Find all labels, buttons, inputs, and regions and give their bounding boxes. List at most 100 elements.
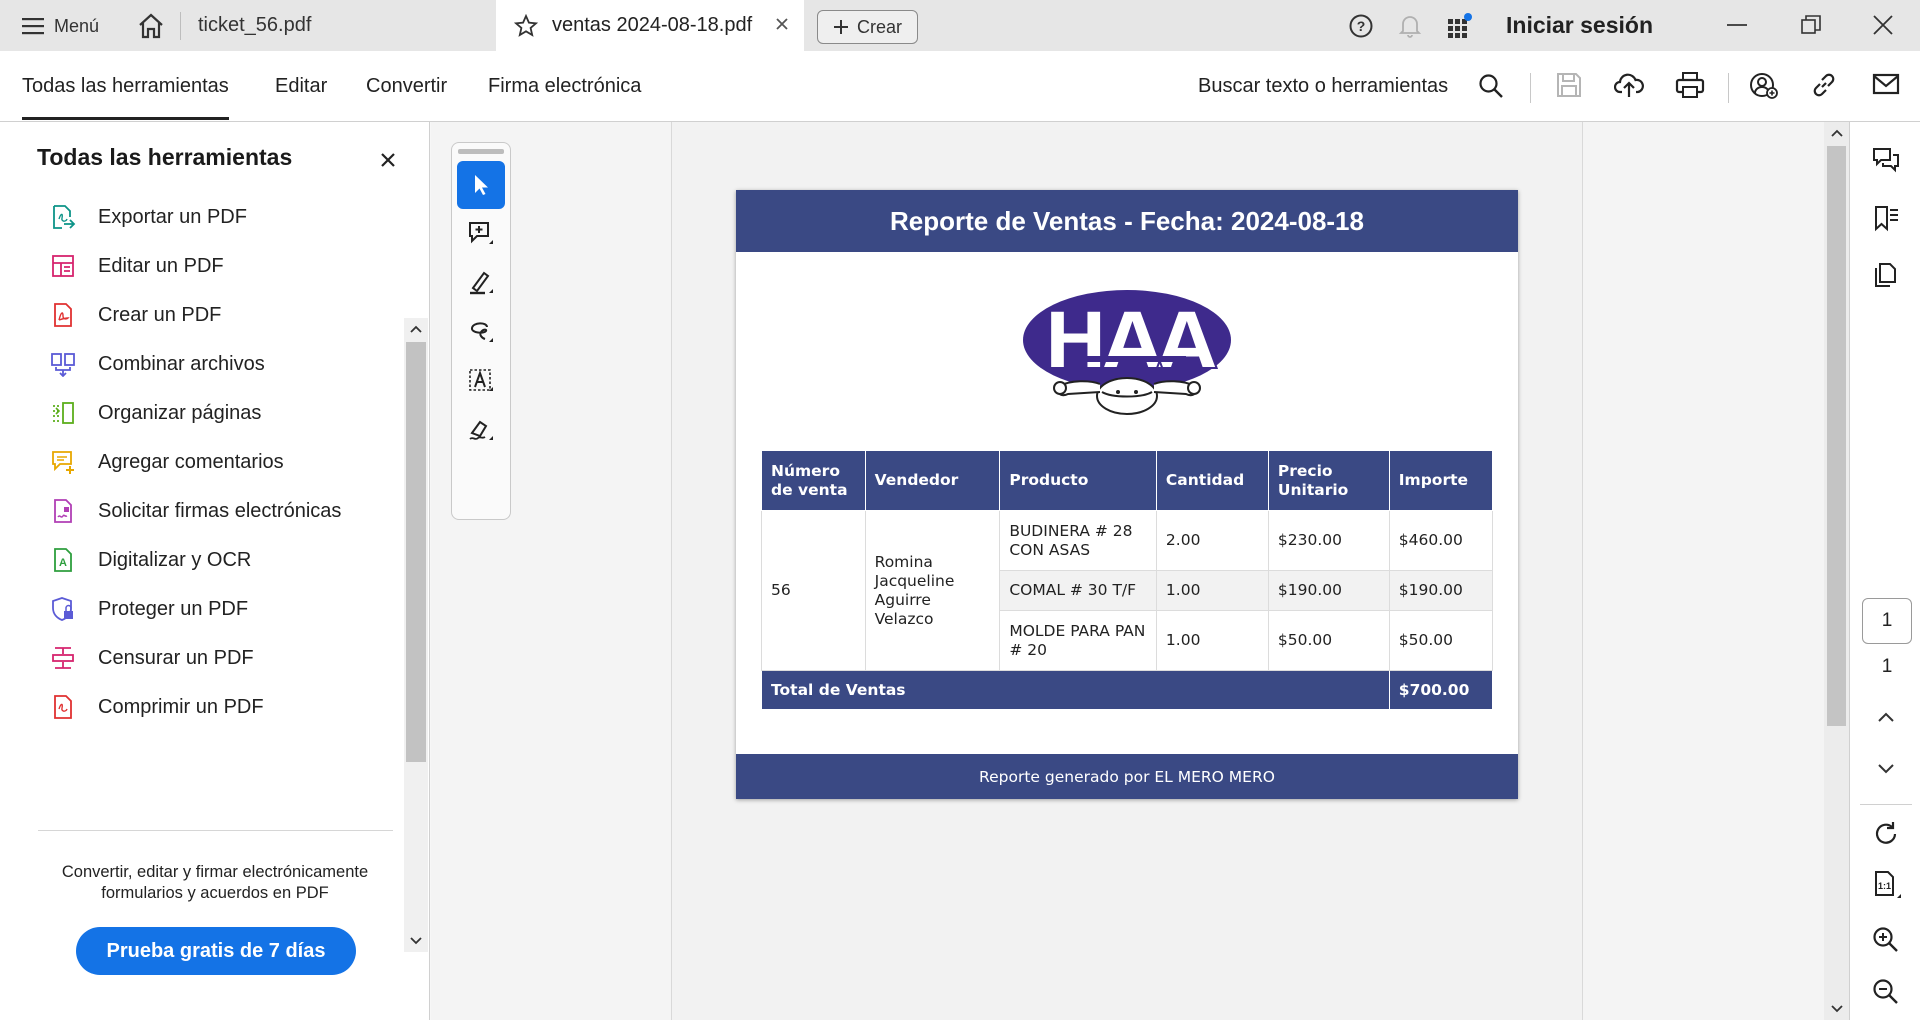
draw-tool[interactable] — [457, 308, 505, 356]
add-comments-icon — [50, 449, 76, 475]
svg-text:A: A — [59, 557, 67, 569]
qty-cell: 1.00 — [1155, 610, 1269, 671]
tab-all-tools[interactable]: Todas las herramientas — [22, 75, 229, 120]
promo-text: Convertir, editar y firmar electrónicame… — [61, 863, 369, 902]
amount-cell: $460.00 — [1388, 510, 1494, 571]
home-icon — [137, 13, 165, 39]
export-pdf-icon — [50, 204, 76, 230]
tool-organize-pages[interactable]: Organizar páginas — [50, 398, 261, 428]
restore-icon[interactable] — [1800, 14, 1822, 36]
total-value: $700.00 — [1388, 670, 1494, 710]
sign-tool[interactable] — [457, 406, 505, 454]
select-tool[interactable] — [457, 161, 505, 209]
pen-highlight-icon — [467, 269, 495, 297]
tool-compress-pdf[interactable]: Comprimir un PDF — [50, 692, 264, 722]
tool-edit-pdf[interactable]: Editar un PDF — [50, 251, 224, 281]
qty-cell: 1.00 — [1155, 570, 1269, 611]
panel-scrollbar[interactable] — [404, 318, 428, 952]
free-trial-button[interactable]: Prueba gratis de 7 días — [76, 927, 356, 975]
create-button[interactable]: Crear — [817, 10, 918, 44]
tab-edit[interactable]: Editar — [275, 75, 327, 98]
scroll-up-icon[interactable] — [1830, 128, 1844, 138]
tab-ticket[interactable]: ticket_56.pdf — [198, 14, 311, 37]
amount-cell: $50.00 — [1388, 610, 1494, 671]
column-header: Número de venta — [761, 450, 866, 511]
tool-scan-ocr[interactable]: A Digitalizar y OCR — [50, 545, 251, 575]
freehand-draw-icon — [467, 318, 495, 346]
help-icon[interactable]: ? — [1348, 13, 1374, 39]
panel-divider — [38, 830, 393, 831]
column-header: Vendedor — [864, 450, 1001, 511]
main-toolbar: Todas las herramientas Editar Convertir … — [0, 51, 1920, 122]
unit-price-cell: $50.00 — [1267, 610, 1390, 671]
close-tab-icon[interactable] — [774, 16, 790, 32]
minimize-icon[interactable] — [1726, 14, 1748, 36]
actual-size-icon[interactable]: 1:1 — [1872, 870, 1902, 900]
total-pages: 1 — [1881, 656, 1893, 677]
close-panel-icon[interactable] — [380, 152, 396, 168]
tool-protect-pdf[interactable]: Proteger un PDF — [50, 594, 248, 624]
search-tools-label[interactable]: Buscar texto o herramientas — [1198, 75, 1448, 98]
tool-create-pdf[interactable]: Crear un PDF — [50, 300, 221, 330]
text-box-icon — [467, 367, 495, 395]
column-header: Producto — [999, 450, 1157, 511]
tool-export-pdf[interactable]: Exportar un PDF — [50, 202, 247, 232]
tab-ventas-active[interactable]: ventas 2024-08-18.pdf — [496, 0, 804, 51]
next-page-icon[interactable] — [1876, 762, 1896, 776]
share-user-icon[interactable] — [1748, 71, 1778, 99]
search-icon[interactable] — [1478, 73, 1504, 99]
bookmarks-icon[interactable] — [1872, 204, 1900, 232]
all-tools-panel: Todas las herramientas Exportar un PDF E… — [0, 122, 430, 1020]
tool-request-signatures[interactable]: Solicitar firmas electrónicas — [50, 496, 341, 526]
scroll-up-icon[interactable] — [409, 324, 423, 334]
tab-convert[interactable]: Convertir — [366, 75, 447, 98]
comments-icon[interactable] — [1872, 146, 1900, 174]
sales-table: Número de venta Vendedor Producto Cantid… — [761, 450, 1494, 710]
title-bar: Menú ticket_56.pdf ventas 2024-08-18.pdf… — [0, 0, 1920, 51]
current-page-input[interactable]: 1 — [1862, 598, 1912, 644]
email-icon[interactable] — [1872, 71, 1900, 97]
zoom-out-icon[interactable] — [1872, 978, 1900, 1006]
sign-in-button[interactable]: Iniciar sesión — [1506, 12, 1653, 39]
scroll-thumb[interactable] — [406, 342, 426, 762]
save-icon[interactable] — [1555, 71, 1583, 99]
previous-page-icon[interactable] — [1876, 710, 1896, 724]
protect-pdf-icon — [50, 596, 76, 622]
notifications-bell-icon[interactable] — [1398, 13, 1422, 39]
tool-combine-files[interactable]: Combinar archivos — [50, 349, 265, 379]
tool-redact-pdf[interactable]: Censurar un PDF — [50, 643, 254, 673]
highlight-tool[interactable] — [457, 259, 505, 307]
quick-tools-bar — [451, 142, 511, 520]
scroll-down-icon[interactable] — [409, 936, 423, 946]
print-icon[interactable] — [1675, 71, 1705, 99]
scroll-thumb[interactable] — [1827, 146, 1846, 726]
tool-label: Digitalizar y OCR — [98, 548, 252, 571]
apps-grid-icon[interactable] — [1447, 13, 1473, 39]
tab-e-signature[interactable]: Firma electrónica — [488, 75, 641, 98]
link-icon[interactable] — [1810, 71, 1838, 99]
home-button[interactable] — [136, 12, 166, 40]
text-tool[interactable] — [457, 357, 505, 405]
request-signatures-icon — [50, 498, 76, 524]
add-comment-tool[interactable] — [457, 210, 505, 258]
menu-button[interactable]: Menú — [22, 12, 99, 40]
menu-label: Menú — [54, 15, 100, 36]
drag-handle[interactable] — [458, 149, 504, 154]
close-window-icon[interactable] — [1872, 14, 1894, 36]
amount-cell: $190.00 — [1388, 570, 1494, 611]
rotate-icon[interactable] — [1872, 820, 1900, 848]
star-icon[interactable] — [514, 13, 538, 38]
document-scrollbar[interactable] — [1824, 122, 1849, 1020]
scroll-down-icon[interactable] — [1830, 1004, 1844, 1014]
unit-price-cell: $230.00 — [1267, 510, 1390, 571]
seller-cell: Romina Jacqueline Aguirre Velazco — [864, 510, 1001, 671]
sale-number-cell: 56 — [761, 510, 866, 671]
unit-price-cell: $190.00 — [1267, 570, 1390, 611]
upload-cloud-icon[interactable] — [1614, 71, 1644, 99]
tool-add-comments[interactable]: Agregar comentarios — [50, 447, 284, 477]
product-cell: MOLDE PARA PAN # 20 — [999, 610, 1157, 671]
zoom-in-icon[interactable] — [1872, 926, 1900, 954]
pdf-page: Reporte de Ventas - Fecha: 2024-08-18 HA… — [736, 190, 1518, 799]
table-header-row: Número de venta Vendedor Producto Cantid… — [761, 450, 1494, 511]
page-thumbnails-icon[interactable] — [1872, 262, 1900, 290]
